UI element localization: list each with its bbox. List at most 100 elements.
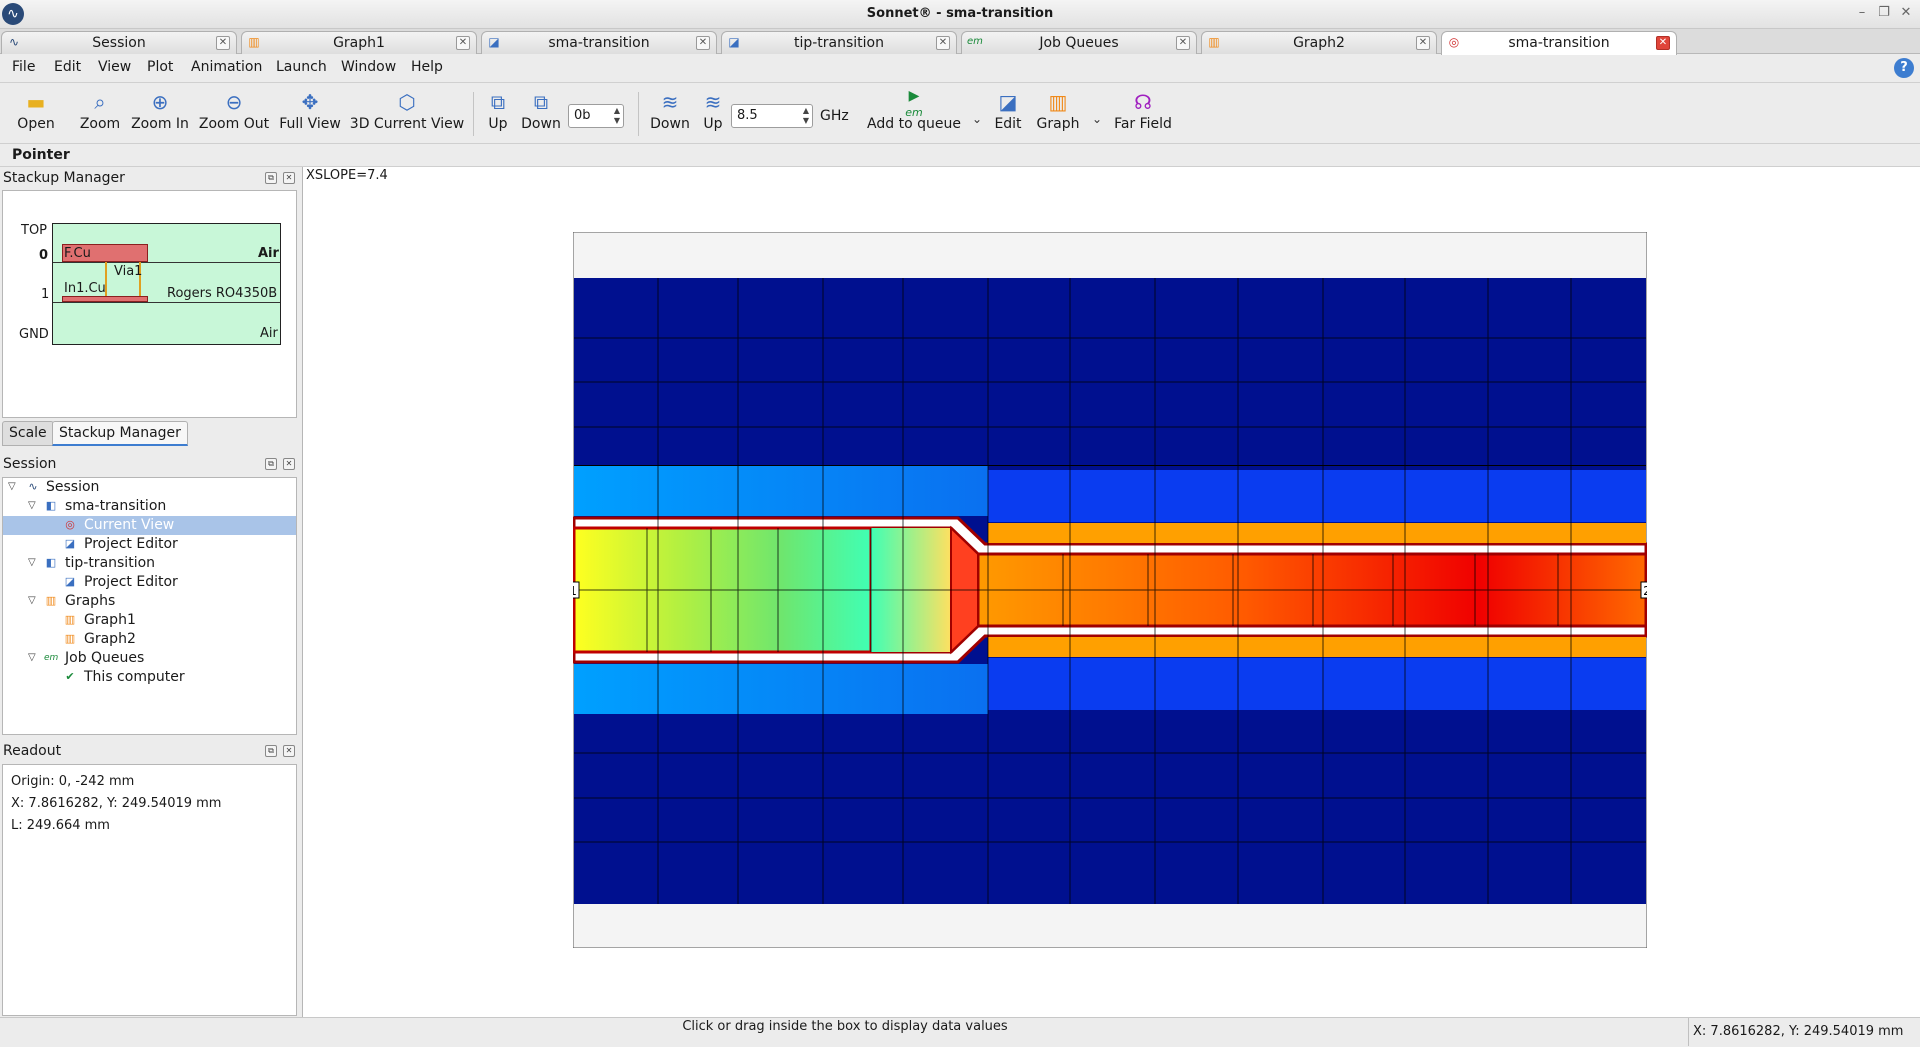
menu-plot[interactable]: Plot — [147, 59, 173, 75]
graph-icon: ▥ — [1208, 35, 1220, 49]
full-view-button[interactable]: ✥ Full View — [277, 88, 343, 140]
menu-help[interactable]: Help — [411, 59, 443, 75]
zoom-out-button[interactable]: ⊖ Zoom Out — [197, 88, 271, 140]
tab-close-icon[interactable]: ✕ — [1176, 36, 1190, 50]
tree-item-tip-transition[interactable]: ▽ ◧ tip-transition — [3, 554, 296, 573]
tab-stackup-manager[interactable]: Stackup Manager — [52, 421, 188, 446]
tree-item-this-computer[interactable]: ✔ This computer — [3, 668, 296, 687]
level-down-icon: ⧉ — [533, 90, 549, 114]
tab-current-view[interactable]: ◎ sma-transition ✕ — [1441, 31, 1677, 55]
add-to-queue-dropdown-icon[interactable]: ⌄ — [972, 112, 982, 126]
mode-bar: Pointer — [0, 145, 1920, 167]
3d-current-view-button[interactable]: ⬡ 3D Current View — [349, 88, 465, 140]
stackup-panel-header: Stackup Manager ⧉ ✕ — [0, 168, 297, 190]
help-icon[interactable]: ? — [1894, 58, 1914, 78]
tree-item-graph2[interactable]: ▥ Graph2 — [3, 630, 296, 649]
tree-item-current-view[interactable]: ◎ Current View — [3, 516, 296, 535]
stackup-diagram[interactable]: F.Cu Via1 In1.Cu Air Rogers RO4350B Air — [52, 223, 281, 345]
menu-edit[interactable]: Edit — [54, 59, 81, 75]
close-panel-icon[interactable]: ✕ — [283, 745, 295, 757]
float-panel-icon[interactable]: ⧉ — [265, 745, 277, 757]
spinner-arrows-icon[interactable]: ▲ ▼ — [803, 106, 809, 126]
add-to-queue-button[interactable]: ▶ em Add to queue — [866, 88, 962, 140]
em-icon: em — [967, 36, 983, 47]
full-view-icon: ✥ — [301, 90, 319, 114]
current-density-plot[interactable]: 1 2 — [573, 232, 1647, 948]
project-icon: ◧ — [45, 556, 57, 569]
close-window-icon[interactable]: ✕ — [1895, 5, 1917, 20]
tab-close-icon[interactable]: ✕ — [216, 36, 230, 50]
current-view-icon: ◎ — [65, 518, 75, 531]
tab-job-queues[interactable]: em Job Queues ✕ — [961, 31, 1197, 54]
tree-item-project-editor[interactable]: ◪ Project Editor — [3, 535, 296, 554]
expand-arrow-icon[interactable]: ▽ — [28, 595, 36, 606]
tab-close-icon[interactable]: ✕ — [1416, 36, 1430, 50]
edit-button[interactable]: ◪ Edit — [992, 88, 1024, 140]
expand-arrow-icon[interactable]: ▽ — [28, 557, 36, 568]
expand-arrow-icon[interactable]: ▽ — [28, 652, 36, 663]
status-coordinates: X: 7.8616282, Y: 249.54019 mm — [1688, 1018, 1920, 1046]
status-bar: Click or drag inside the box to display … — [0, 1017, 1920, 1047]
coplanar-ground-left-top — [574, 466, 988, 516]
tab-close-icon[interactable]: ✕ — [456, 36, 470, 50]
tab-tip-transition[interactable]: ◪ tip-transition ✕ — [721, 31, 957, 54]
graph-dropdown-icon[interactable]: ⌄ — [1092, 112, 1102, 126]
expand-arrow-icon[interactable]: ▽ — [28, 500, 36, 511]
freq-up-button[interactable]: ≋ Up — [699, 88, 727, 140]
menu-file[interactable]: File — [12, 59, 35, 75]
level-up-button[interactable]: ⧉ Up — [484, 88, 512, 140]
toolbar-separator — [473, 92, 474, 136]
graph-button[interactable]: ▥ Graph — [1036, 88, 1080, 140]
tree-item-graphs[interactable]: ▽ ▥ Graphs — [3, 592, 296, 611]
magnifier-icon: ⌕ — [94, 90, 106, 114]
far-field-button[interactable]: ☊ Far Field — [1112, 88, 1174, 140]
menu-window[interactable]: Window — [341, 59, 396, 75]
tab-bar: ∿ Session ✕ ▥ Graph1 ✕ ◪ sma-transition … — [0, 29, 1920, 55]
coplanar-ground-left-bottom — [574, 664, 988, 714]
frequency-unit: GHz — [820, 108, 849, 124]
tree-item-session[interactable]: ▽ ∿ Session — [3, 478, 296, 497]
tab-scale[interactable]: Scale — [2, 421, 54, 446]
freq-down-button[interactable]: ≋ Down — [650, 88, 690, 140]
tab-close-icon[interactable]: ✕ — [696, 36, 710, 50]
project-editor-icon: ◪ — [64, 575, 76, 588]
close-panel-icon[interactable]: ✕ — [283, 172, 295, 184]
float-panel-icon[interactable]: ⧉ — [265, 172, 277, 184]
close-panel-icon[interactable]: ✕ — [283, 458, 295, 470]
menu-view[interactable]: View — [98, 59, 131, 75]
tab-close-icon[interactable]: ✕ — [1656, 36, 1670, 50]
pointer-mode-label: Pointer — [12, 147, 70, 163]
tree-item-project-editor[interactable]: ◪ Project Editor — [3, 573, 296, 592]
level-select[interactable]: 0b ▲ ▼ — [568, 104, 624, 128]
menu-launch[interactable]: Launch — [276, 59, 327, 75]
frequency-input[interactable]: 8.5 ▲ ▼ — [731, 104, 813, 128]
xslope-label: XSLOPE=7.4 — [306, 168, 388, 183]
session-panel-header: Session ⧉ ✕ — [0, 454, 297, 476]
tree-item-graph1[interactable]: ▥ Graph1 — [3, 611, 296, 630]
project-editor-icon: ◪ — [488, 35, 500, 49]
current-view-icon: ◎ — [1448, 35, 1460, 49]
float-panel-icon[interactable]: ⧉ — [265, 458, 277, 470]
tab-session[interactable]: ∿ Session ✕ — [1, 31, 237, 54]
spinner-arrows-icon[interactable]: ▲ ▼ — [614, 106, 620, 126]
zoom-in-icon: ⊕ — [151, 90, 169, 114]
tree-item-job-queues[interactable]: ▽ em Job Queues — [3, 649, 296, 668]
expand-arrow-icon[interactable]: ▽ — [8, 481, 16, 492]
run-em-icon: ▶ em — [905, 88, 923, 119]
tab-graph2[interactable]: ▥ Graph2 ✕ — [1201, 31, 1437, 54]
minimize-icon[interactable]: – — [1851, 5, 1873, 20]
far-field-icon: ☊ — [1134, 90, 1152, 114]
grid-line — [574, 465, 1646, 466]
open-button[interactable]: ▬ Open — [14, 88, 58, 140]
zoom-button[interactable]: ⌕ Zoom — [76, 88, 124, 140]
tab-graph1[interactable]: ▥ Graph1 ✕ — [241, 31, 477, 54]
em-icon: em — [44, 653, 59, 663]
tree-item-sma-transition[interactable]: ▽ ◧ sma-transition — [3, 497, 296, 516]
tab-close-icon[interactable]: ✕ — [936, 36, 950, 50]
level-down-button[interactable]: ⧉ Down — [520, 88, 562, 140]
zoom-in-button[interactable]: ⊕ Zoom In — [129, 88, 191, 140]
restore-icon[interactable]: ❐ — [1873, 5, 1895, 20]
coplanar-ground-right-bottom — [988, 658, 1646, 710]
tab-sma-transition-editor[interactable]: ◪ sma-transition ✕ — [481, 31, 717, 54]
menu-animation[interactable]: Animation — [191, 59, 262, 75]
